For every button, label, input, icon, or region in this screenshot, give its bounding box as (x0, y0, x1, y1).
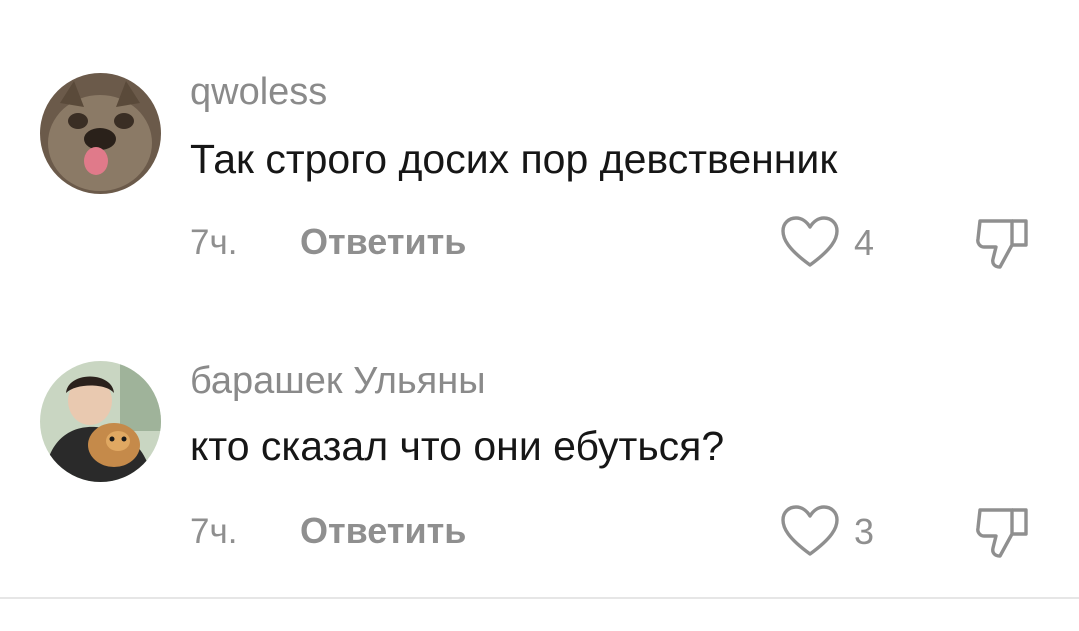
dislike-button[interactable] (968, 504, 1040, 560)
comment-username[interactable]: барашек Ульяны (190, 362, 486, 400)
comment-text: кто сказал что они ебуться? (190, 423, 725, 469)
reply-button[interactable]: Ответить (300, 513, 466, 549)
comment-time: 7ч. (190, 223, 238, 262)
person-with-dog-avatar-icon (40, 361, 161, 482)
dog-avatar-icon (40, 73, 161, 194)
avatar[interactable] (40, 361, 161, 482)
comment-item: qwoless Так строго досих пор девственник… (0, 0, 1079, 280)
comment-time: 7ч. (190, 512, 238, 551)
heart-outline-icon (781, 505, 839, 556)
thumbs-down-outline-icon (976, 508, 1028, 558)
like-button[interactable]: 4 (780, 215, 890, 271)
like-button[interactable]: 3 (780, 504, 890, 560)
comment-item: барашек Ульяны кто сказал что они ебутьс… (0, 288, 1079, 568)
like-count: 3 (854, 511, 875, 552)
comment-text: Так строго досих пор девственник (190, 136, 838, 182)
avatar[interactable] (40, 73, 161, 194)
thumbs-down-outline-icon (976, 219, 1028, 269)
heart-outline-icon (781, 216, 839, 267)
divider (0, 597, 1079, 599)
like-count: 4 (854, 222, 875, 263)
dislike-button[interactable] (968, 215, 1040, 271)
comment-username[interactable]: qwoless (190, 73, 327, 111)
reply-button[interactable]: Ответить (300, 224, 466, 260)
